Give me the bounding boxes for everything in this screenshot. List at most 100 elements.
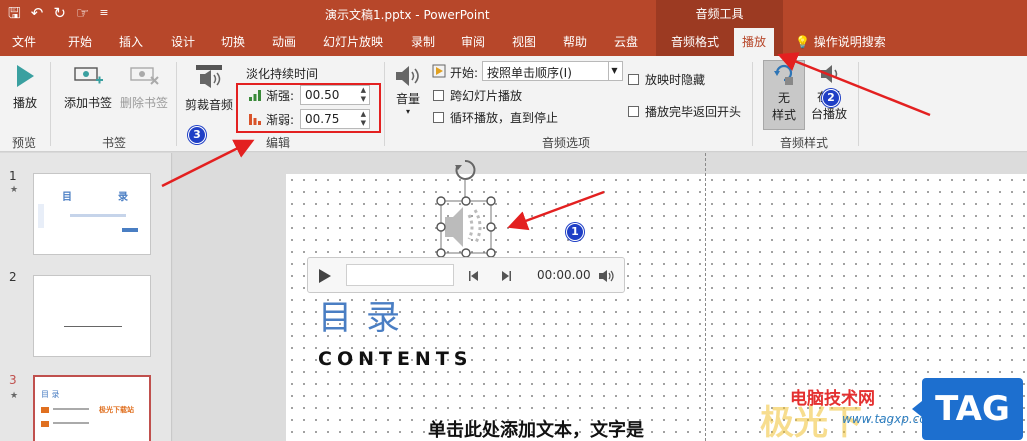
tab-home[interactable]: 开始 <box>68 28 92 56</box>
tab-review[interactable]: 审阅 <box>461 28 485 56</box>
start-dropdown[interactable]: 按照单击顺序(I) ▼ <box>482 61 623 81</box>
add-bookmark-label: 添加书签 <box>63 96 112 110</box>
group-audio-options-label: 音频选项 <box>542 136 591 150</box>
tab-help[interactable]: 帮助 <box>563 28 587 56</box>
slide-thumbnail-1[interactable]: 目 录 <box>33 173 151 255</box>
group-bookmarks-label: 书签 <box>102 136 127 150</box>
remove-bookmark-button[interactable]: 删除书签 <box>116 64 172 111</box>
tab-design[interactable]: 设计 <box>171 28 195 56</box>
tab-audio-format[interactable]: 音频格式 <box>656 28 734 56</box>
thumb-line <box>64 326 122 327</box>
trim-audio-icon <box>196 65 222 88</box>
tab-record[interactable]: 录制 <box>411 28 435 56</box>
group-separator <box>176 62 177 146</box>
tab-slideshow[interactable]: 幻灯片放映 <box>323 28 383 56</box>
touch-mode-icon[interactable]: ☞ <box>76 4 89 22</box>
loop-label: 循环播放，直到停止 <box>450 111 559 125</box>
group-separator <box>752 62 753 146</box>
start-label: 开始: <box>450 66 479 80</box>
step-badge-3: 3 <box>188 126 206 144</box>
player-play-icon[interactable] <box>318 268 332 284</box>
thumb-line <box>70 214 126 217</box>
start-icon <box>432 64 446 78</box>
slide-thumbnail-2[interactable] <box>33 275 151 357</box>
slide-number: 3 <box>9 373 17 387</box>
context-tab-group-title: 音频工具 <box>656 0 783 28</box>
tab-insert[interactable]: 插入 <box>119 28 143 56</box>
play-button[interactable]: 播放 <box>8 64 42 111</box>
animation-star-icon: ★ <box>10 391 19 401</box>
thumb-title-part: 录 <box>118 192 128 203</box>
chevron-down-icon[interactable]: ▼ <box>608 62 620 80</box>
player-progress-bar[interactable] <box>346 264 454 286</box>
tab-file[interactable]: 文件 <box>12 28 36 56</box>
speaker-icon <box>445 207 463 247</box>
thumb-line <box>53 422 89 424</box>
group-separator <box>384 62 385 146</box>
no-style-label-1: 无 <box>777 91 790 105</box>
player-volume-icon[interactable] <box>598 269 614 283</box>
remove-bookmark-icon <box>130 67 159 85</box>
thumb-block <box>38 204 44 228</box>
rewind-label: 播放完毕返回开头 <box>645 105 742 119</box>
rotate-handle-icon[interactable] <box>455 159 476 180</box>
watermark-site-name: 电脑技术网 <box>790 389 875 409</box>
step-badge-2: 2 <box>822 89 840 107</box>
tab-view[interactable]: 视图 <box>512 28 536 56</box>
quick-access-toolbar: 🖫 ↶ ↻ ☞ ≡ <box>8 4 109 22</box>
tab-cloud[interactable]: 云盘 <box>614 28 638 56</box>
rewind-checkbox[interactable] <box>628 106 639 117</box>
trim-audio-button[interactable]: 剪裁音频 <box>182 64 236 113</box>
thumb-title: 目 录 <box>41 390 60 399</box>
redo-icon[interactable]: ↻ <box>53 4 66 22</box>
slide-subtitle[interactable]: CONTENTS <box>318 348 472 370</box>
group-audio-styles-label: 音频样式 <box>780 136 829 150</box>
slide-body-placeholder[interactable]: 单击此处添加文本，文字是 <box>428 416 644 441</box>
thumb-block <box>41 407 49 413</box>
play-in-background-icon <box>821 65 838 83</box>
volume-button[interactable]: 音量 ▾ <box>390 64 426 117</box>
group-separator <box>50 62 51 146</box>
slide-thumbnail-3[interactable]: 目 录 极光下载站 <box>33 375 151 441</box>
add-bookmark-button[interactable]: 添加书签 <box>60 64 116 111</box>
tab-transitions[interactable]: 切换 <box>221 28 245 56</box>
player-back-icon[interactable] <box>468 270 480 282</box>
play-in-background-label-2: 台播放 <box>810 107 847 121</box>
group-editing-label: 编辑 <box>266 136 291 150</box>
trim-audio-label: 剪裁音频 <box>184 98 233 112</box>
tell-me-search[interactable]: 💡 操作说明搜索 <box>795 28 886 56</box>
add-bookmark-icon <box>74 67 103 84</box>
title-bar: 🖫 ↶ ↻ ☞ ≡ 演示文稿1.pptx - PowerPoint 音频工具 <box>0 0 1027 28</box>
audio-object[interactable] <box>433 155 497 263</box>
save-icon[interactable]: 🖫 <box>8 4 21 22</box>
ribbon-tabs: 文件 开始 插入 设计 切换 动画 幻灯片放映 录制 审阅 视图 帮助 云盘 音… <box>0 28 1027 56</box>
start-dropdown-value: 按照单击顺序(I) <box>487 66 572 80</box>
ribbon-playback: 播放 预览 添加书签 删除书签 书签 剪裁音频 淡化持续时间 渐强: 00.50… <box>0 56 1027 152</box>
volume-dropdown-icon: ▾ <box>405 107 410 116</box>
thumb-title-part: 目 <box>62 192 72 203</box>
tab-animations[interactable]: 动画 <box>272 28 296 56</box>
animation-star-icon: ★ <box>10 185 19 195</box>
loop-checkbox[interactable] <box>433 112 444 123</box>
player-time: 00:00.00 <box>537 268 591 282</box>
watermark-tag-logo: TAG <box>912 378 1023 440</box>
hide-during-show-checkbox[interactable] <box>628 74 639 85</box>
undo-icon[interactable]: ↶ <box>31 4 44 22</box>
tab-playback[interactable]: 播放 <box>734 28 775 56</box>
vertical-guide <box>705 153 706 441</box>
thumb-brand: 极光下载站 <box>99 406 134 414</box>
group-preview-label: 预览 <box>12 136 37 150</box>
play-across-slides-checkbox[interactable] <box>433 90 444 101</box>
lightbulb-icon: 💡 <box>795 35 810 49</box>
document-title: 演示文稿1.pptx - PowerPoint <box>325 8 490 22</box>
audio-player-bar: 00:00.00 <box>307 257 625 293</box>
remove-bookmark-label: 删除书签 <box>119 96 168 110</box>
slide-thumbnail-pane: 1 ★ 目 录 2 3 ★ 目 录 极光下载站 <box>0 153 172 441</box>
player-forward-icon[interactable] <box>500 270 512 282</box>
customize-qat-icon[interactable]: ≡ <box>99 4 108 22</box>
slide-title[interactable]: 目录 <box>318 290 414 339</box>
step-badge-1: 1 <box>566 223 584 241</box>
fade-duration-title: 淡化持续时间 <box>246 67 319 81</box>
no-style-button[interactable]: 无 样式 <box>763 60 805 130</box>
hide-during-show-label: 放映时隐藏 <box>645 73 706 87</box>
